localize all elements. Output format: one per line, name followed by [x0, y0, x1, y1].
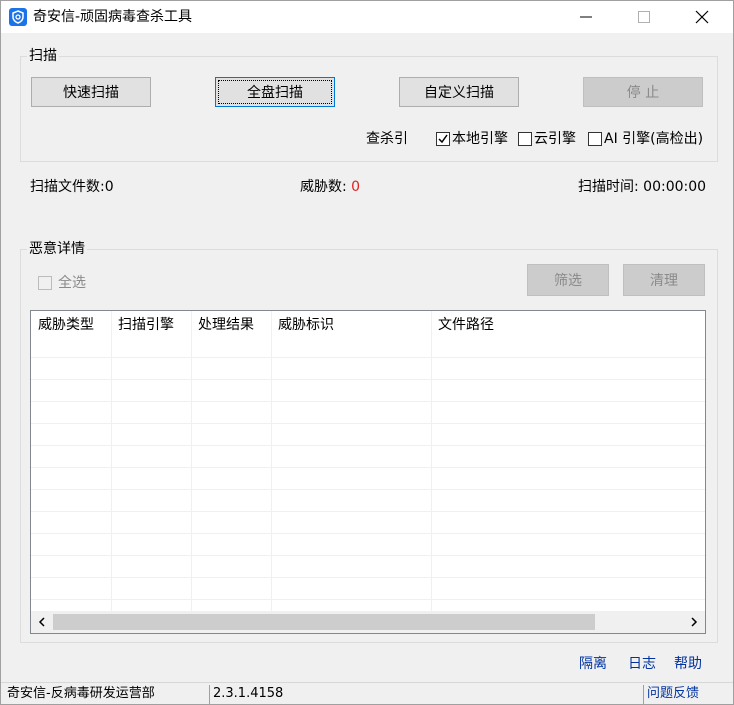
maximize-button[interactable]	[615, 1, 673, 33]
row-divider	[31, 489, 705, 490]
checkbox-unchecked-icon	[588, 132, 602, 146]
quick-scan-label: 快速扫描	[63, 85, 119, 101]
status-separator	[643, 685, 644, 704]
ai-engine-checkbox[interactable]: AI 引擎(高检出)	[588, 131, 703, 147]
scan-time-value: 00:00:00	[643, 179, 707, 195]
custom-scan-label: 自定义扫描	[424, 85, 494, 101]
cloud-engine-checkbox[interactable]: 云引擎	[518, 131, 576, 147]
row-divider	[31, 599, 705, 600]
row-divider	[31, 357, 705, 358]
main-window: 奇安信-顽固病毒查杀工具 扫描 快速扫描 全盘扫描 自定义扫描 停 止 查杀引 …	[0, 0, 734, 705]
log-link[interactable]: 日志	[628, 656, 656, 672]
column-divider	[431, 311, 432, 611]
column-header-file-path[interactable]: 文件路径	[431, 311, 494, 339]
filter-button[interactable]: 筛选	[527, 264, 609, 296]
row-divider	[31, 379, 705, 380]
feedback-link[interactable]: 问题反馈	[647, 683, 699, 705]
window-title: 奇安信-顽固病毒查杀工具	[33, 9, 193, 25]
checkbox-checked-icon	[436, 132, 450, 146]
threat-list-table[interactable]: 威胁类型 扫描引擎 处理结果 威胁标识 文件路径	[30, 310, 706, 634]
row-divider	[31, 511, 705, 512]
clean-label: 清理	[650, 273, 678, 289]
row-divider	[31, 467, 705, 468]
chevron-left-icon	[38, 617, 45, 627]
filter-label: 筛选	[554, 273, 582, 289]
scrollbar-thumb[interactable]	[53, 614, 595, 630]
horizontal-scrollbar[interactable]	[31, 611, 705, 633]
scan-time-label: 扫描时间:	[578, 179, 644, 195]
clean-button[interactable]: 清理	[623, 264, 705, 296]
scanned-files-stat: 扫描文件数:0	[30, 179, 114, 195]
column-header-threat-id[interactable]: 威胁标识	[271, 311, 334, 339]
status-separator	[209, 685, 210, 704]
status-bar: 奇安信-反病毒研发运营部 2.3.1.4158 问题反馈	[1, 682, 733, 704]
select-all-label: 全选	[58, 275, 86, 291]
title-bar[interactable]: 奇安信-顽固病毒查杀工具	[1, 1, 733, 33]
column-divider	[191, 311, 192, 611]
quick-scan-button[interactable]: 快速扫描	[31, 77, 151, 107]
stop-button[interactable]: 停 止	[583, 77, 703, 107]
close-icon	[695, 10, 709, 24]
column-header-threat-type[interactable]: 威胁类型	[31, 311, 94, 339]
minimize-button[interactable]	[557, 1, 615, 33]
threat-count-stat: 威胁数: 0	[300, 179, 360, 195]
help-link[interactable]: 帮助	[674, 656, 702, 672]
org-name: 奇安信-反病毒研发运营部	[7, 686, 155, 701]
row-divider	[31, 533, 705, 534]
row-divider	[31, 401, 705, 402]
cloud-engine-label: 云引擎	[534, 131, 576, 147]
shield-icon	[9, 8, 27, 26]
local-engine-checkbox[interactable]: 本地引擎	[436, 131, 508, 147]
local-engine-label: 本地引擎	[452, 131, 508, 147]
column-divider	[111, 311, 112, 611]
scanned-files-label: 扫描文件数:	[30, 179, 105, 195]
column-header-result[interactable]: 处理结果	[191, 311, 254, 339]
row-divider	[31, 555, 705, 556]
details-group-legend: 恶意详情	[27, 241, 87, 257]
minimize-icon	[580, 16, 592, 18]
row-divider	[31, 423, 705, 424]
scanned-files-value: 0	[104, 179, 114, 195]
threat-count-value: 0	[351, 179, 361, 195]
scroll-right-button[interactable]	[683, 611, 705, 633]
custom-scan-button[interactable]: 自定义扫描	[399, 77, 519, 107]
full-scan-button[interactable]: 全盘扫描	[215, 77, 335, 107]
full-scan-label: 全盘扫描	[247, 85, 303, 101]
select-all-checkbox[interactable]: 全选	[38, 275, 86, 291]
maximize-icon	[638, 11, 650, 23]
stop-label: 停 止	[626, 85, 660, 101]
table-header: 威胁类型 扫描引擎 处理结果 威胁标识 文件路径	[31, 311, 705, 339]
checkbox-unchecked-icon	[38, 276, 52, 290]
row-divider	[31, 577, 705, 578]
column-header-scan-engine[interactable]: 扫描引擎	[111, 311, 174, 339]
column-divider	[271, 311, 272, 611]
close-button[interactable]	[673, 1, 731, 33]
ai-engine-label: AI 引擎(高检出)	[604, 131, 704, 147]
version-text: 2.3.1.4158	[213, 686, 284, 701]
quarantine-link[interactable]: 隔离	[579, 656, 607, 672]
scan-time-stat: 扫描时间: 00:00:00	[578, 179, 706, 195]
chevron-right-icon	[691, 617, 698, 627]
checkbox-unchecked-icon	[518, 132, 532, 146]
threat-count-label: 威胁数:	[300, 179, 352, 195]
row-divider	[31, 445, 705, 446]
scan-group-legend: 扫描	[27, 48, 59, 64]
scroll-left-button[interactable]	[31, 611, 53, 633]
engine-label: 查杀引	[366, 131, 408, 147]
